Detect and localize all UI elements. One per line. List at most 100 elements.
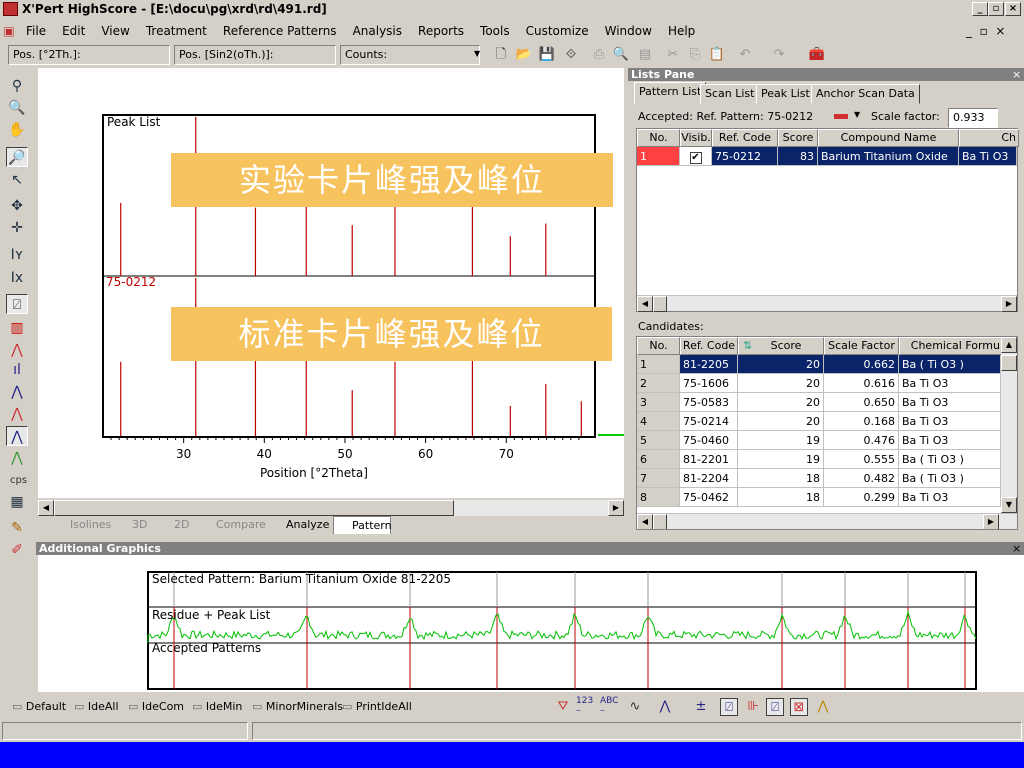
- tab-pattern[interactable]: Pattern: [333, 516, 392, 534]
- candidate-cell-score[interactable]: 18: [738, 469, 824, 488]
- candidates-vscroll[interactable]: ▲ ▼: [1001, 337, 1017, 513]
- sort-icon[interactable]: ⇅: [743, 338, 752, 354]
- profile2-icon[interactable]: ⋀: [6, 426, 28, 446]
- plot-scrollbar[interactable]: ◀ ▶: [38, 500, 624, 516]
- undo-icon[interactable]: ↶: [736, 46, 754, 64]
- pattern-color-swatch[interactable]: [834, 114, 848, 119]
- cps-label[interactable]: cps: [10, 475, 27, 486]
- numbers-icon[interactable]: 123 ⎯: [576, 696, 593, 716]
- candidate-cell-ref[interactable]: 75-0214: [680, 412, 738, 431]
- candidate-cell-ref[interactable]: 81-2201: [680, 450, 738, 469]
- candidate-cell-no[interactable]: 6: [637, 450, 680, 469]
- histogram-icon[interactable]: ıl: [6, 360, 28, 380]
- tab-anchor-scan-data[interactable]: Anchor Scan Data: [811, 84, 920, 104]
- pattern-row-name[interactable]: Barium Titanium Oxide: [818, 147, 959, 166]
- pattern-row-no[interactable]: 1: [637, 147, 680, 166]
- pattern-row-formula[interactable]: Ba Ti O3: [959, 147, 1017, 166]
- profile-ideall[interactable]: ▭ IdeAll: [74, 699, 119, 715]
- candidate-cell-formula[interactable]: Ba Ti O3: [899, 431, 1001, 450]
- candidate-cell-formula[interactable]: Ba Ti O3: [899, 393, 1001, 412]
- fit-icon[interactable]: ⍁: [6, 294, 28, 314]
- menu-help[interactable]: Help: [660, 24, 703, 38]
- x-axis-icon[interactable]: Ⅰx: [6, 268, 28, 288]
- scale-factor-input[interactable]: 0.933: [948, 108, 998, 128]
- tab-peak-list[interactable]: Peak List: [756, 84, 815, 104]
- candidate-cell-ref[interactable]: 75-0583: [680, 393, 738, 412]
- cand-scroll-thumb[interactable]: [1001, 355, 1017, 371]
- candidate-cell-formula[interactable]: Ba ( Ti O3 ): [899, 355, 1001, 374]
- fit-toggle-icon[interactable]: ⍁: [720, 698, 738, 716]
- profile-idemin[interactable]: ▭ IdeMin: [192, 699, 242, 715]
- col-compound-name[interactable]: Compound Name: [818, 129, 959, 147]
- candidate-cell-ref[interactable]: 75-0462: [680, 488, 738, 507]
- profile-idecom[interactable]: ▭ IdeCom: [128, 699, 184, 715]
- candidate-cell-formula[interactable]: Ba Ti O3: [899, 412, 1001, 431]
- candidate-cell-no[interactable]: 3: [637, 393, 680, 412]
- scroll-thumb[interactable]: [54, 500, 454, 516]
- menu-customize[interactable]: Customize: [518, 24, 597, 38]
- candidate-cell-no[interactable]: 1: [637, 355, 680, 374]
- col-ref-code[interactable]: Ref. Code: [712, 129, 778, 147]
- residue-toggle-icon[interactable]: ⊠: [790, 698, 808, 716]
- candidate-cell-no[interactable]: 4: [637, 412, 680, 431]
- lists-pane-close-icon[interactable]: ×: [1012, 68, 1024, 81]
- candidates-hscroll[interactable]: ◀ ▶: [637, 513, 1017, 529]
- cand-scroll-left[interactable]: ◀: [637, 514, 653, 529]
- hand-icon[interactable]: ✋: [6, 120, 28, 140]
- candidate-cell-formula[interactable]: Ba Ti O3: [899, 374, 1001, 393]
- candidate-cell-score[interactable]: 20: [738, 412, 824, 431]
- pattern-row-ref[interactable]: 75-0212: [712, 147, 778, 166]
- additional-plot[interactable]: Selected Pattern: Barium Titanium Oxide …: [38, 555, 1024, 692]
- candidate-cell-scale[interactable]: 0.299: [824, 488, 899, 507]
- scroll-right-button[interactable]: ▶: [608, 500, 624, 516]
- pen-icon[interactable]: ✎: [6, 518, 28, 538]
- eraser-icon[interactable]: ✐: [6, 540, 28, 560]
- menu-tools[interactable]: Tools: [472, 24, 518, 38]
- zoom-in-icon[interactable]: ⚲: [6, 76, 28, 96]
- zoom-out-icon[interactable]: 🔍: [6, 98, 28, 118]
- crosshair-icon[interactable]: ✛: [6, 218, 28, 238]
- print-icon[interactable]: ⎙: [590, 46, 608, 64]
- candidate-cell-formula[interactable]: Ba Ti O3: [899, 488, 1001, 507]
- candidate-cell-ref[interactable]: 75-0460: [680, 431, 738, 450]
- color-dropdown-icon[interactable]: ▼: [854, 110, 860, 119]
- new-icon[interactable]: 🗋: [492, 46, 510, 64]
- profile-printideall[interactable]: ▭ PrintIdeAll: [342, 699, 412, 715]
- copy-icon[interactable]: ⎘: [686, 46, 704, 64]
- menu-file[interactable]: File: [18, 24, 54, 38]
- move-icon[interactable]: ✥: [6, 196, 28, 216]
- tab-3d[interactable]: 3D: [114, 516, 154, 534]
- pattern-scroll-thumb[interactable]: [653, 296, 667, 312]
- menu-reference-patterns[interactable]: Reference Patterns: [215, 24, 345, 38]
- page-setup-icon[interactable]: ▤: [636, 46, 654, 64]
- candidate-cell-no[interactable]: 5: [637, 431, 680, 450]
- open-icon[interactable]: 📂: [515, 46, 533, 64]
- menu-reports[interactable]: Reports: [410, 24, 472, 38]
- candidate-cell-ref[interactable]: 81-2204: [680, 469, 738, 488]
- menu-window[interactable]: Window: [597, 24, 660, 38]
- profile-minorminerals[interactable]: ▭ MinorMinerals: [252, 699, 343, 715]
- cut-icon[interactable]: ✂: [664, 46, 682, 64]
- minimize-button[interactable]: _: [972, 2, 988, 16]
- candidate-cell-scale[interactable]: 0.168: [824, 412, 899, 431]
- candidate-cell-score[interactable]: 20: [738, 355, 824, 374]
- profile-icon[interactable]: ⋀: [6, 404, 28, 424]
- grid-icon[interactable]: ▦: [6, 492, 28, 512]
- pattern-scroll-left[interactable]: ◀: [637, 296, 653, 312]
- candidate-cell-score[interactable]: 20: [738, 374, 824, 393]
- additional-graphics-close-icon[interactable]: ×: [1012, 542, 1021, 555]
- candidate-cell-score[interactable]: 19: [738, 450, 824, 469]
- y-axis-icon[interactable]: Ⅰʏ: [6, 245, 28, 265]
- paste-icon[interactable]: 📋: [708, 46, 726, 64]
- candidate-cell-formula[interactable]: Ba ( Ti O3 ): [899, 469, 1001, 488]
- menu-view[interactable]: View: [93, 24, 137, 38]
- wave-icon[interactable]: ∿: [626, 698, 644, 716]
- tab-scan-list[interactable]: Scan List: [700, 84, 760, 104]
- candidate-cell-score[interactable]: 18: [738, 488, 824, 507]
- pos-sin2-field[interactable]: Pos. [Sin2(oTh.)]:: [174, 45, 336, 65]
- scroll-left-button[interactable]: ◀: [38, 500, 54, 516]
- menu-analysis[interactable]: Analysis: [345, 24, 410, 38]
- main-plot[interactable]: 30 40 50 60 70 Peak List 75-0212 实验卡片峰强及峰位 标…: [38, 68, 624, 498]
- overlay-icon[interactable]: ⍁: [766, 698, 784, 716]
- candidate-cell-formula[interactable]: Ba ( Ti O3 ): [899, 450, 1001, 469]
